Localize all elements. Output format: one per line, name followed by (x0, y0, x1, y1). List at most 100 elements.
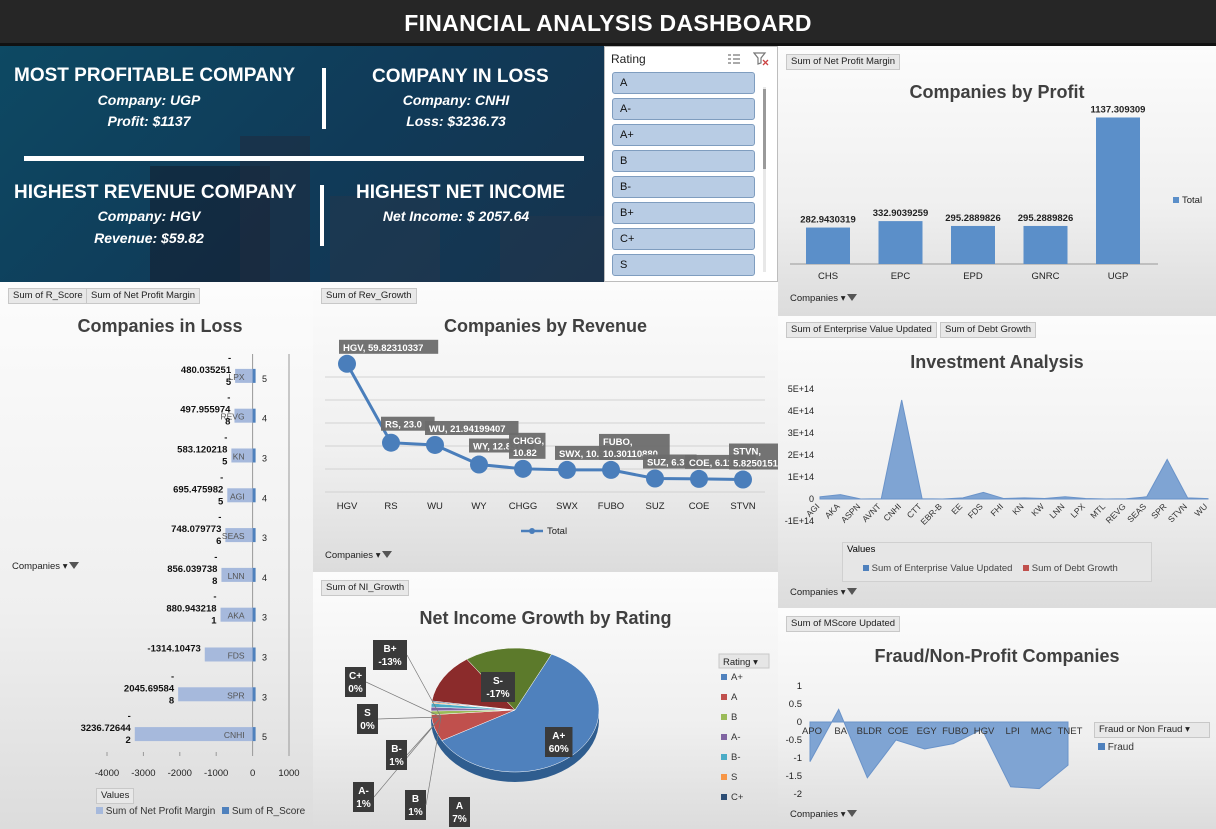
profit-chart-panel: Sum of Net Profit Margin Companies by Pr… (778, 46, 1216, 316)
slicer-item-aminus[interactable]: A- (612, 98, 755, 120)
slicer-item-b[interactable]: B (612, 150, 755, 172)
x-tick-label: TNET (1058, 726, 1083, 737)
legend-label: B- (731, 752, 741, 763)
data-point (382, 433, 400, 452)
revenue-chart-panel: Sum of Rev_Growth Companies by Revenue H… (313, 282, 778, 572)
x-tick-label: STVN (730, 501, 755, 512)
revenue-companies-filter[interactable]: Companies ▾ (321, 549, 396, 565)
rscore-label: 3 (262, 652, 267, 662)
y-tick-label: FDS (228, 650, 245, 660)
bar-value-label: 748.079773 (171, 524, 221, 535)
bar-value-label: 480.035251 (181, 365, 232, 376)
filter-icon[interactable] (69, 562, 80, 569)
bar-value-label: 497.955974 (180, 405, 231, 416)
filter-icon[interactable] (382, 551, 393, 558)
bar-value-label: - (171, 671, 174, 682)
profit-companies-filter[interactable]: Companies ▾ (786, 292, 861, 308)
legend-label: Fraud (1107, 742, 1134, 753)
bar-value-label: - (224, 432, 227, 443)
dashboard-title: FINANCIAL ANALYSIS DASHBOARD (404, 10, 812, 36)
fraud-companies-filter[interactable]: Companies ▾ (786, 808, 861, 824)
x-tick-label: -1000 (204, 768, 228, 779)
bar-value-label: 1 (211, 616, 217, 627)
rscore-bar (252, 368, 256, 383)
legend-swatch (1023, 565, 1030, 571)
investment-legend-title: Values (847, 544, 876, 555)
fraud-chart: 10.50-0.5-1-1.5-2APO BA BLDR COE EGY FUBO HGV L… (786, 681, 1083, 800)
legend-swatch (721, 774, 727, 780)
legend-swatch (222, 807, 230, 814)
rscore-label: 3 (262, 453, 267, 463)
loss-values-button[interactable]: Values (96, 788, 135, 804)
legend-label: Sum of Net Profit Margin (105, 806, 216, 817)
enterprise-value-area (819, 399, 1209, 500)
slicer-item-bminus[interactable]: B- (612, 176, 755, 198)
x-tick-label: KW (1029, 501, 1046, 518)
rscore-bar (252, 687, 256, 702)
slicer-item-cplus[interactable]: C+ (612, 228, 755, 250)
slicer-item-a[interactable]: A (612, 72, 755, 94)
y-tick-label: 1 (797, 681, 802, 692)
bar-value-label: - (220, 472, 223, 483)
bar-value-label: - (227, 393, 230, 404)
x-tick-label: BLDR (857, 726, 882, 737)
legend-swatch (721, 794, 727, 800)
kpi-highest-net-income-value: Net Income: $ 2057.64 (382, 208, 530, 224)
rscore-bar (252, 528, 256, 543)
data-point (338, 354, 356, 373)
rscore-bar (252, 448, 256, 463)
loss-companies-filter[interactable]: Companies ▾ (8, 560, 83, 576)
slicer-title: Rating (611, 52, 646, 66)
legend-label: Sum of R_Score (231, 806, 306, 817)
x-tick-label: EPC (891, 271, 911, 282)
revenue-chart: HGV RS WU WY CHGG SWX FUBO SUZ COE STVN HGV, 59.82… (325, 339, 778, 537)
rating-slicer[interactable]: Rating A A- A+ B B- B+ C+ S (604, 46, 778, 282)
legend-label: A+ (731, 672, 743, 683)
rscore-label: 5 (262, 374, 267, 384)
x-tick-label: FHI (988, 501, 1005, 518)
x-tick-label: BA (834, 726, 847, 737)
pie-label: C+ (349, 671, 362, 682)
rscore-label: 4 (262, 493, 267, 503)
fraud-area (809, 708, 1069, 790)
x-tick-label: SUZ (646, 501, 665, 512)
x-tick-label: -2000 (168, 768, 192, 779)
filter-icon[interactable] (847, 294, 858, 301)
data-point (646, 469, 664, 488)
legend-marker (529, 528, 535, 534)
rscore-bar (252, 607, 256, 622)
y-tick-label: KN (233, 451, 245, 461)
fraud-legend-button[interactable]: Fraud or Non Fraud ▾ (1094, 722, 1210, 738)
rscore-bar (252, 567, 256, 582)
bar-value-label: 5 (226, 377, 232, 388)
filter-icon[interactable] (847, 810, 858, 817)
pie-label: B+ (383, 644, 396, 655)
bar-value-label: 695.475982 (173, 484, 223, 495)
y-tick-label: 0.5 (789, 699, 802, 710)
kpi-highest-net-income-heading: HIGHEST NET INCOME (356, 182, 566, 203)
multi-select-icon[interactable] (727, 53, 741, 65)
slicer-scroll-thumb[interactable] (763, 89, 766, 169)
x-tick-label: EGY (917, 726, 938, 737)
fraud-chart-panel: Sum of MScore Updated Fraud/Non-Profit C… (778, 608, 1216, 829)
pie-label: -17% (486, 689, 509, 700)
clear-filter-icon[interactable] (753, 52, 769, 66)
y-tick-label: LNN (228, 571, 245, 581)
investment-companies-filter[interactable]: Companies ▾ (786, 586, 861, 602)
legend-swatch (1173, 197, 1179, 203)
kpi-most-profitable-value: Profit: $1137 (107, 113, 191, 129)
legend-swatch (721, 714, 727, 720)
fraud-legend: Fraud (1098, 742, 1134, 753)
legend-label: Sum of Enterprise Value Updated (871, 563, 1013, 574)
bar-value-label: 295.2889826 (1018, 213, 1073, 224)
slicer-scrollbar[interactable] (763, 87, 766, 272)
dashboard-title-bar: FINANCIAL ANALYSIS DASHBOARD (0, 0, 1216, 46)
slicer-item-s[interactable]: S (612, 254, 755, 276)
slicer-item-aplus[interactable]: A+ (612, 124, 755, 146)
ni-chart: A+ 60% A 7% B 1% A- 1% B- 1% S 0% C+ 0% B+ -13% S- -17% Ra… (345, 640, 770, 827)
bar-value-label: 6 (216, 536, 221, 547)
filter-icon[interactable] (847, 588, 858, 595)
slicer-item-bplus[interactable]: B+ (612, 202, 755, 224)
bar-value-label: 2 (125, 735, 130, 746)
bar-value-label: 8 (212, 576, 217, 587)
